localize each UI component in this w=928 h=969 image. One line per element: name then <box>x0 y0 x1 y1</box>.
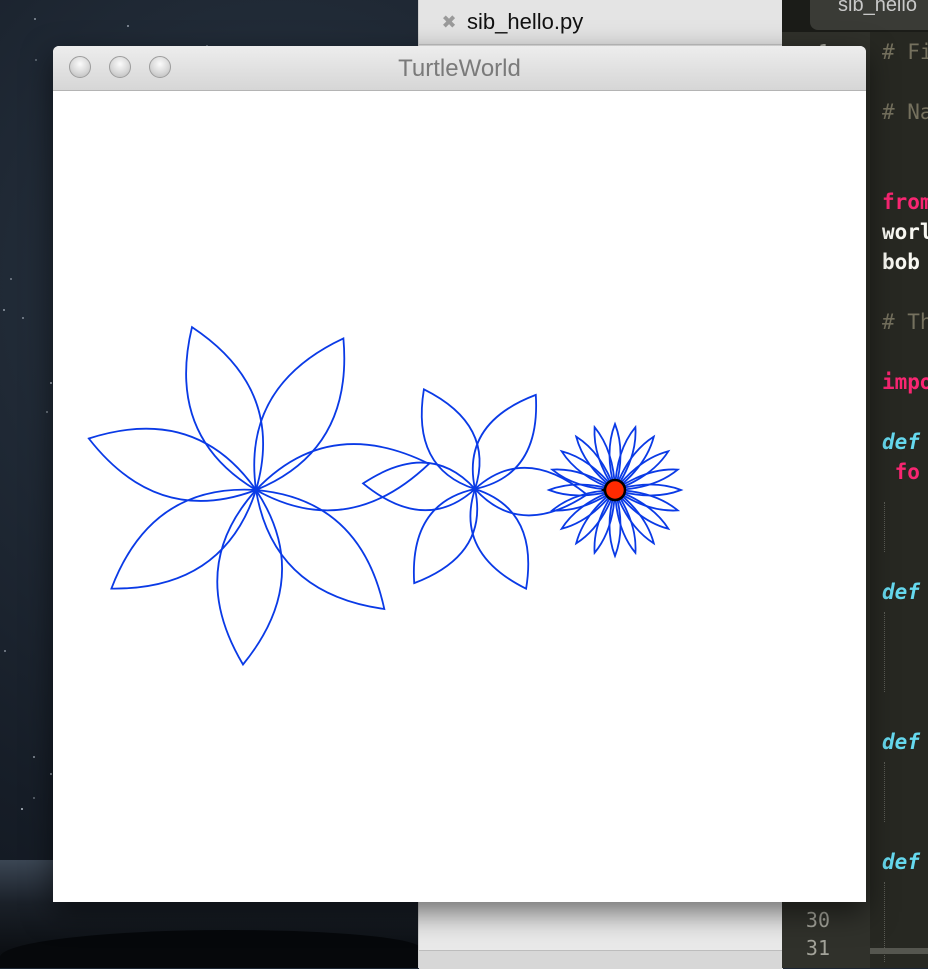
horizontal-scrollbar[interactable] <box>870 948 928 954</box>
close-icon[interactable] <box>69 56 91 78</box>
code-line: def <box>882 730 920 754</box>
petal <box>473 466 589 517</box>
petal <box>110 488 258 590</box>
petal <box>185 325 264 492</box>
window-bottom-bar <box>419 950 783 969</box>
star <box>20 807 23 810</box>
star <box>21 317 24 320</box>
tab-close-icon[interactable]: ✖ <box>441 12 457 33</box>
petal <box>420 387 481 491</box>
turtle-canvas[interactable] <box>53 90 866 902</box>
petal <box>253 337 346 492</box>
petal <box>471 393 538 491</box>
turtle-icon <box>603 478 627 502</box>
star <box>33 796 36 799</box>
editor-tab[interactable]: sib_hello <box>810 0 928 30</box>
star <box>34 18 37 21</box>
code-line: worl <box>882 220 928 244</box>
petal <box>254 489 386 611</box>
petal <box>412 487 479 585</box>
editor-tab-label: sib_hello <box>838 0 917 16</box>
star <box>10 278 13 281</box>
code-line: # Th <box>882 310 928 334</box>
file-tab[interactable]: ✖ sib_hello.py <box>419 0 783 45</box>
indent-guide <box>884 612 885 692</box>
minimize-icon[interactable] <box>109 56 131 78</box>
star <box>3 650 6 653</box>
code-line: # Na <box>882 100 928 124</box>
code-line: bob <box>882 250 920 274</box>
star <box>32 755 35 758</box>
star <box>127 25 130 28</box>
star <box>45 411 48 414</box>
star <box>2 309 5 312</box>
star <box>34 58 37 61</box>
window-titlebar[interactable]: TurtleWorld <box>53 46 866 91</box>
code-line: from <box>882 190 928 214</box>
tab-label: sib_hello.py <box>467 9 584 34</box>
code-line: def <box>882 430 920 454</box>
star <box>50 773 53 776</box>
code-line: # Fi <box>882 40 928 64</box>
line-number: 31 <box>805 936 830 960</box>
code-line: def <box>882 850 920 874</box>
indent-guide <box>884 762 885 822</box>
window-title: TurtleWorld <box>398 55 521 82</box>
turtleworld-window: TurtleWorld <box>53 46 866 902</box>
petal <box>361 461 477 512</box>
zoom-icon[interactable] <box>149 56 171 78</box>
indent-guide <box>884 502 885 552</box>
line-number: 30 <box>805 908 830 932</box>
code-line: impo <box>882 370 928 394</box>
code-area[interactable]: # Fi # Na from worl bob # Th impo def fo def def d… <box>882 32 928 968</box>
large-flower <box>87 325 431 667</box>
code-line: fo <box>882 460 920 484</box>
code-line: def <box>882 580 920 604</box>
petal <box>216 488 283 667</box>
editor-tab-bar: sib_hello <box>782 0 928 32</box>
petal <box>469 487 530 591</box>
